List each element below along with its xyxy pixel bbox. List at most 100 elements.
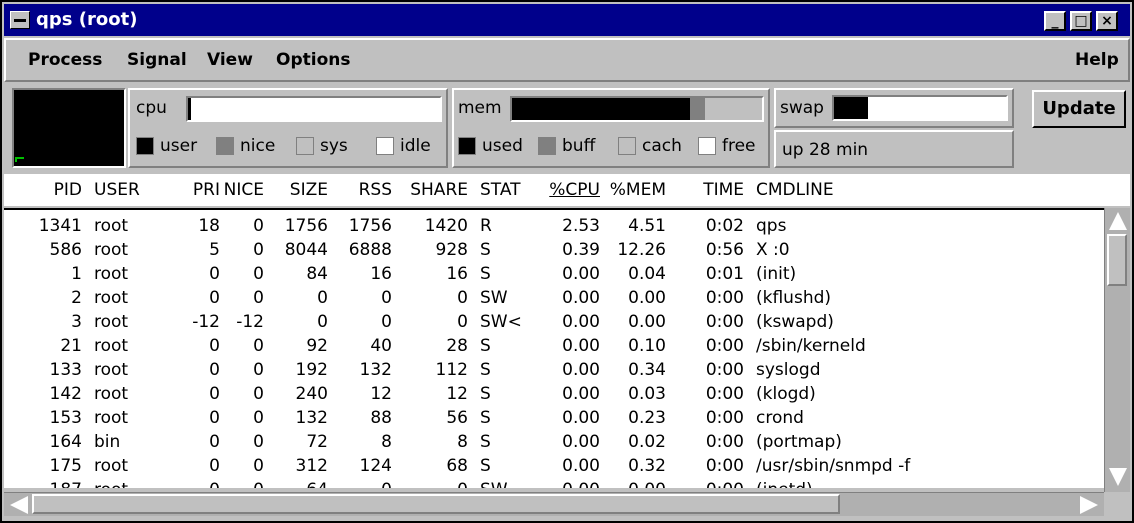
col-share[interactable]: SHARE: [396, 180, 468, 200]
mem-legend-cach: cach: [618, 136, 682, 156]
menu-view[interactable]: View: [207, 50, 253, 70]
window-menu-icon[interactable]: [10, 11, 30, 29]
cell-pid: 1341: [38, 216, 82, 236]
cell-mem: 0.32: [628, 456, 666, 476]
cell-pid: 175: [49, 456, 82, 476]
title-bar[interactable]: qps (root) _ □ ×: [4, 4, 1130, 36]
cell-user: root: [94, 288, 129, 308]
cell-rss: 0: [330, 480, 392, 488]
cell-cmdline: crond: [756, 408, 804, 428]
cell-cmdline: (kswapd): [756, 312, 834, 332]
cell-pid: 142: [49, 384, 82, 404]
table-row[interactable]: 3 root -12 -12 0 0 0 SW< 0.00 0.00 0:00 (kswapd): [4, 310, 1104, 334]
scroll-down-icon[interactable]: [1109, 468, 1127, 486]
close-icon[interactable]: ×: [1096, 11, 1118, 31]
minimize-icon[interactable]: _: [1044, 11, 1066, 31]
cell-size: 192: [295, 360, 328, 380]
cell-mem: 0.02: [628, 432, 666, 452]
col-cpu-sorted[interactable]: %CPU: [534, 180, 600, 200]
table-row[interactable]: 175 root 0 0 312 124 68 S 0.00 0.32 0:00/usr/sbin/…: [4, 454, 1104, 478]
table-row[interactable]: 1341 root 18 0 1756 1756 1420 R 2.53 4.51 0:02 qps: [4, 214, 1104, 238]
col-mem[interactable]: %MEM: [600, 180, 666, 200]
col-cmdline[interactable]: CMDLINE: [756, 180, 834, 200]
cpu-bar-fill: [188, 98, 191, 120]
col-nice[interactable]: NICE: [218, 180, 264, 200]
cell-share: 68: [446, 456, 468, 476]
menu-help[interactable]: Help: [1075, 50, 1119, 70]
vertical-scrollbar[interactable]: [1104, 208, 1130, 492]
swap-bar-fill: [834, 97, 869, 119]
col-size[interactable]: SIZE: [266, 180, 328, 200]
process-list[interactable]: 1341 root 18 0 1756 1756 1420 R 2.53 4.51 0:02 qps 5…: [4, 208, 1104, 488]
table-row[interactable]: 164 bin 0 0 72 8 8 S 0.00 0.02 0:00 (portmap): [4, 430, 1104, 454]
cell-stat: S: [480, 384, 491, 404]
swap-bar: [832, 95, 1008, 121]
col-pri[interactable]: PRI: [164, 180, 220, 200]
cell-cmdline: (portmap): [756, 432, 842, 452]
cell-nice: 0: [253, 336, 264, 356]
cell-stat: S: [480, 240, 491, 260]
cach-swatch-icon: [618, 137, 636, 155]
cell-stat: S: [480, 408, 491, 428]
cell-size: 0: [317, 288, 328, 308]
menu-signal[interactable]: Signal: [127, 50, 187, 70]
cpu-legend-sys-label: sys: [320, 136, 348, 156]
col-rss[interactable]: RSS: [330, 180, 392, 200]
scroll-up-icon[interactable]: [1109, 212, 1127, 230]
cell-nice: 0: [253, 288, 264, 308]
menu-options[interactable]: Options: [276, 50, 350, 70]
cell-cpu: 0.00: [562, 456, 600, 476]
table-row[interactable]: 2 root 0 0 0 0 0 SW 0.00 0.00 0:00 (kflushd): [4, 286, 1104, 310]
cell-cmdline: (inetd): [756, 480, 813, 488]
scroll-left-icon[interactable]: [10, 496, 28, 514]
cell-user: root: [94, 456, 129, 476]
cell-size: 1756: [284, 216, 328, 236]
cell-user: root: [94, 408, 129, 428]
cell-size: 240: [295, 384, 328, 404]
horizontal-scroll-thumb[interactable]: [32, 494, 840, 514]
cell-pri: 0: [209, 264, 220, 284]
mem-legend-cach-label: cach: [642, 136, 682, 156]
cell-pid: 164: [49, 432, 82, 452]
table-row[interactable]: 1 root 0 0 84 16 16 S 0.00 0.04 0:01 (init): [4, 262, 1104, 286]
cell-user: bin: [94, 432, 121, 452]
table-row[interactable]: 142 root 0 0 240 12 12 S 0.00 0.03 0:00 (klogd): [4, 382, 1104, 406]
cell-cmdline: syslogd: [756, 360, 821, 380]
cell-mem: 0.03: [628, 384, 666, 404]
scroll-right-icon[interactable]: [1080, 496, 1098, 514]
cell-pid: 133: [49, 360, 82, 380]
table-row[interactable]: 153 root 0 0 132 88 56 S 0.00 0.23 0:00 crond: [4, 406, 1104, 430]
cell-time: 0:02: [705, 216, 744, 236]
cell-pri: 5: [209, 240, 220, 260]
cell-size: 84: [306, 264, 328, 284]
col-stat[interactable]: STAT: [480, 180, 521, 200]
table-row[interactable]: 133 root 0 0 192 132 112 S 0.00 0.34 0:00 syslogd: [4, 358, 1104, 382]
table-row[interactable]: 586 root 5 0 8044 6888 928 S 0.39 12.26 0:56 X :0: [4, 238, 1104, 262]
cell-time: 0:00: [705, 312, 744, 332]
cell-share: 16: [446, 264, 468, 284]
mem-legend-buff: buff: [538, 136, 595, 156]
vertical-scroll-thumb[interactable]: [1107, 234, 1127, 286]
cell-time: 0:00: [705, 288, 744, 308]
mem-panel: mem used buff cach free: [452, 88, 770, 168]
cell-mem: 0.34: [628, 360, 666, 380]
cell-share: 1420: [424, 216, 468, 236]
cell-pid: 1: [71, 264, 82, 284]
col-pid[interactable]: PID: [24, 180, 82, 200]
cell-stat: SW<: [480, 312, 522, 332]
horizontal-scrollbar[interactable]: [4, 492, 1104, 516]
col-time[interactable]: TIME: [676, 180, 744, 200]
maximize-icon[interactable]: □: [1070, 11, 1092, 31]
cell-user: root: [94, 264, 129, 284]
cell-rss: 40: [370, 336, 392, 356]
table-row[interactable]: 21 root 0 0 92 40 28 S 0.00 0.10 0:00/sbin/kerneld: [4, 334, 1104, 358]
buff-swatch-icon: [538, 137, 556, 155]
cell-stat: S: [480, 336, 491, 356]
cell-nice: 0: [253, 264, 264, 284]
update-button[interactable]: Update: [1032, 90, 1126, 128]
table-row[interactable]: 187root006400SW0.000.000:00(inetd): [4, 478, 1104, 488]
menu-process[interactable]: Process: [28, 50, 102, 70]
col-user[interactable]: USER: [94, 180, 140, 200]
cell-size: 72: [306, 432, 328, 452]
cell-cpu: 0.00: [562, 288, 600, 308]
